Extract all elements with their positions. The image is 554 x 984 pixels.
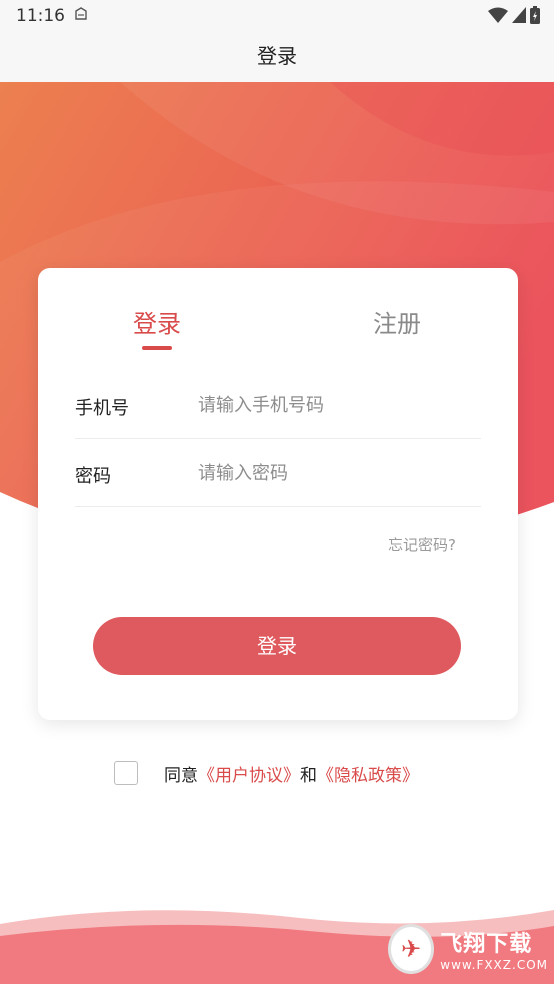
tab-login[interactable]: 登录 <box>133 304 181 339</box>
watermark-title: 飞翔下载 <box>440 932 533 957</box>
agreement-checkbox[interactable] <box>114 761 138 785</box>
agreement-connector: 和 <box>300 765 317 786</box>
signal-icon <box>512 7 526 23</box>
phone-input[interactable] <box>198 390 478 420</box>
status-icons <box>488 6 540 24</box>
battery-icon <box>530 6 540 24</box>
tab-register[interactable]: 注册 <box>373 304 421 339</box>
user-agreement-link[interactable]: 《用户协议》 <box>198 761 300 786</box>
notification-icon <box>75 7 87 20</box>
password-label: 密码 <box>75 466 111 487</box>
password-input[interactable] <box>198 458 478 488</box>
agreement-row: 同意 《用户协议》 和 《隐私政策》 <box>114 760 419 786</box>
status-bar: 11:16 <box>0 0 554 32</box>
active-tab-indicator <box>142 346 172 350</box>
agreement-prefix: 同意 <box>164 765 198 786</box>
watermark: ✈ 飞翔下载 www.FXXZ.COM <box>388 920 548 978</box>
page-title: 登录 <box>0 32 554 82</box>
phone-divider <box>75 438 481 439</box>
phone-label: 手机号 <box>75 398 129 419</box>
privacy-policy-link[interactable]: 《隐私政策》 <box>317 761 419 786</box>
password-divider <box>75 506 481 507</box>
wifi-icon <box>488 7 508 23</box>
login-card: 登录 注册 手机号 密码 忘记密码? 登录 <box>38 268 518 720</box>
forgot-password-link[interactable]: 忘记密码? <box>388 534 456 555</box>
login-button[interactable]: 登录 <box>93 617 461 675</box>
status-time: 11:16 <box>16 6 65 26</box>
watermark-site: www.FXXZ.COM <box>440 958 548 972</box>
watermark-logo-icon: ✈ <box>388 924 435 974</box>
